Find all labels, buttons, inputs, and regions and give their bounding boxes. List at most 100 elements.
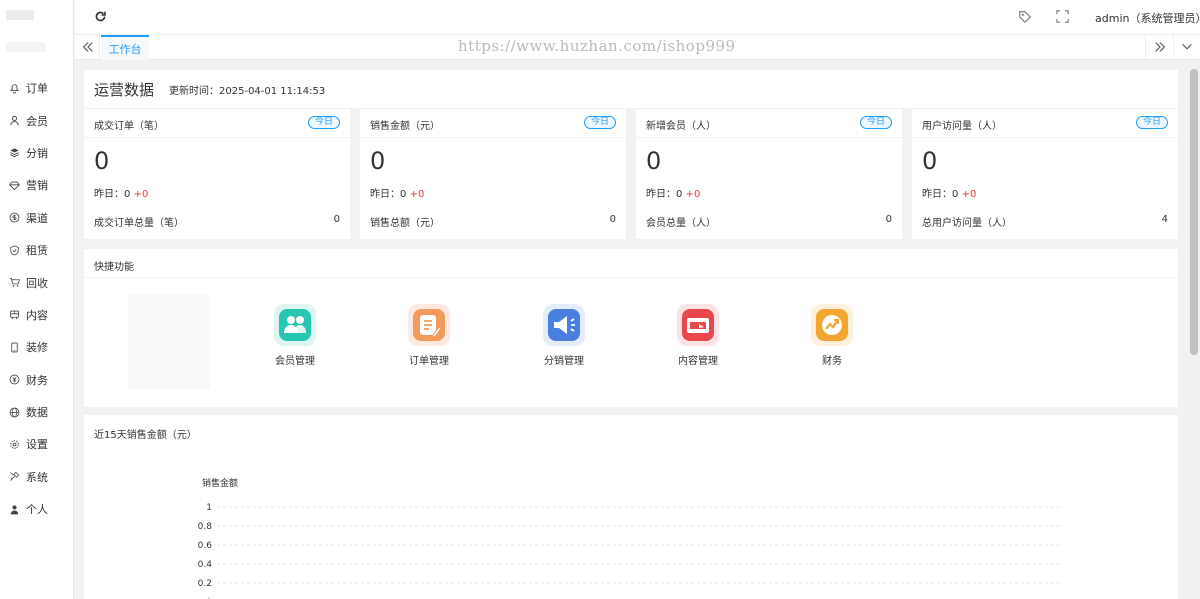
shop-name-placeholder: [6, 42, 46, 52]
total-value: 0: [609, 214, 616, 225]
sidebar-nav: 订单会员分销营销 渠道 租赁回收内容装修 财务数据设置系统个人: [0, 72, 74, 525]
sidebar-item-1[interactable]: 会员: [0, 104, 74, 136]
y-axis-label: 销售金额: [202, 477, 238, 489]
quick-item[interactable]: 内容管理: [663, 304, 733, 367]
stat-card-title: 新增会员（人）: [646, 121, 716, 132]
cart-icon: [9, 277, 20, 288]
bell-icon: [9, 83, 20, 94]
user-icon: [9, 115, 20, 126]
sidebar-item-label: 系统: [26, 470, 48, 484]
today-badge: 今日: [859, 116, 892, 129]
yesterday-stat: 昨日：0 +0: [646, 185, 700, 200]
y-tick-label: 1: [206, 503, 212, 513]
delta-value: +0: [685, 189, 701, 200]
ops-header: 运营数据 更新时间：2025-04-01 11:14:53: [84, 70, 1178, 108]
watermark-text: https://www.huzhan.com/ishop999: [458, 37, 736, 55]
scrollbar-thumb[interactable]: [1190, 69, 1198, 355]
sidebar-item-2[interactable]: 分销: [0, 137, 74, 169]
double-chevron-right-icon[interactable]: [1153, 40, 1167, 54]
user-name: admin（系统管理员）: [1095, 12, 1200, 25]
tools-icon: [9, 471, 20, 482]
image-placeholder: [128, 295, 210, 389]
yesterday-label: 昨日：: [646, 189, 676, 200]
megaphone-icon: [543, 304, 585, 346]
refresh-icon[interactable]: [94, 10, 107, 23]
double-chevron-left-icon[interactable]: [81, 40, 95, 54]
tab-workbench[interactable]: 工作台: [101, 35, 149, 60]
dollar-circle-icon: [9, 212, 20, 223]
y-tick-label: 0.8: [198, 522, 213, 532]
stat-card-title: 销售金额（元）: [370, 121, 440, 132]
quick-item[interactable]: 会员管理: [260, 304, 330, 367]
sidebar-item-label: 数据: [26, 406, 48, 420]
sidebar-item-13[interactable]: 个人: [0, 493, 74, 525]
sidebar-item-label: 回收: [26, 276, 48, 290]
yesterday-stat: 昨日：0 +0: [922, 185, 976, 200]
total-label: 成交订单总量（笔）: [94, 218, 184, 229]
sidebar-item-label: 订单: [26, 82, 48, 96]
sidebar-item-12[interactable]: 系统: [0, 461, 74, 493]
quick-functions-title: 快捷功能: [94, 262, 134, 273]
chevron-down-icon[interactable]: [1180, 40, 1194, 54]
gear-icon: [9, 439, 20, 450]
stat-value: 0: [94, 147, 110, 175]
sidebar-item-7[interactable]: 内容: [0, 299, 74, 331]
stat-card-title: 用户访问量（人）: [922, 121, 1002, 132]
stat-card: 成交订单（笔） 今日 0 昨日：0 +0 成交订单总量（笔） 0: [84, 109, 350, 239]
delta-value: +0: [133, 189, 149, 200]
total-label: 会员总量（人）: [646, 218, 716, 229]
scrollbar[interactable]: [1188, 61, 1200, 599]
sidebar: 订单会员分销营销 渠道 租赁回收内容装修 财务数据设置系统个人: [0, 0, 74, 599]
quick-item-label: 会员管理: [275, 356, 315, 367]
tab-bar: 工作台 https://www.huzhan.com/ishop999: [75, 34, 1200, 60]
sidebar-item-label: 设置: [26, 438, 48, 452]
yesterday-value: 0: [676, 189, 683, 200]
y-tick-label: 0.4: [198, 560, 213, 570]
sidebar-item-10[interactable]: 数据: [0, 396, 74, 428]
quick-item[interactable]: 分销管理: [529, 304, 599, 367]
quick-item[interactable]: 订单管理: [394, 304, 464, 367]
divider: [360, 137, 626, 138]
delta-value: +0: [961, 189, 977, 200]
quick-item-label: 内容管理: [678, 356, 718, 367]
sidebar-item-label: 会员: [26, 114, 48, 128]
sidebar-item-6[interactable]: 回收: [0, 266, 74, 298]
divider: [1173, 35, 1174, 60]
stat-card: 用户访问量（人） 今日 0 昨日：0 +0 总用户访问量（人） 4: [912, 109, 1178, 239]
today-badge: 今日: [583, 116, 616, 129]
yesterday-value: 0: [124, 189, 131, 200]
content-icon: [677, 304, 719, 346]
sidebar-item-11[interactable]: 设置: [0, 428, 74, 460]
yesterday-value: 0: [400, 189, 407, 200]
diamond-icon: [9, 180, 20, 191]
sidebar-item-4[interactable]: 渠道: [0, 202, 74, 234]
yesterday-label: 昨日：: [922, 189, 952, 200]
sales-chart-panel: 近15天销售金额（元） 销售金额10.80.60.40.20: [84, 415, 1178, 599]
sidebar-item-3[interactable]: 营销: [0, 169, 74, 201]
sidebar-item-9[interactable]: 财务: [0, 364, 74, 396]
update-time-value: 2025-04-01 11:14:53: [219, 85, 326, 97]
sidebar-item-0[interactable]: 订单: [0, 72, 74, 104]
total-label: 销售总额（元）: [370, 218, 440, 229]
sidebar-item-label: 分销: [26, 146, 48, 160]
quick-item[interactable]: 财务: [797, 304, 867, 367]
today-badge: 今日: [307, 116, 340, 129]
update-time-label: 更新时间：: [169, 85, 220, 97]
tag-icon[interactable]: [1018, 10, 1032, 24]
user-menu[interactable]: admin（系统管理员）: [1095, 10, 1200, 26]
divider: [84, 277, 1178, 278]
divider: [912, 137, 1178, 138]
top-bar: admin（系统管理员）: [75, 0, 1200, 34]
order-icon: [408, 304, 450, 346]
divider: [84, 137, 350, 138]
fullscreen-icon[interactable]: [1056, 10, 1069, 23]
stat-value: 0: [646, 147, 662, 175]
yesterday-label: 昨日：: [370, 189, 400, 200]
yesterday-value: 0: [952, 189, 959, 200]
sidebar-item-8[interactable]: 装修: [0, 331, 74, 363]
main-content: 运营数据 更新时间：2025-04-01 11:14:53 成交订单（笔） 今日 0…: [75, 61, 1187, 599]
sidebar-item-5[interactable]: 租赁: [0, 234, 74, 266]
stat-value: 0: [922, 147, 938, 175]
yesterday-stat: 昨日：0 +0: [370, 185, 424, 200]
sidebar-item-label: 内容: [26, 308, 48, 322]
